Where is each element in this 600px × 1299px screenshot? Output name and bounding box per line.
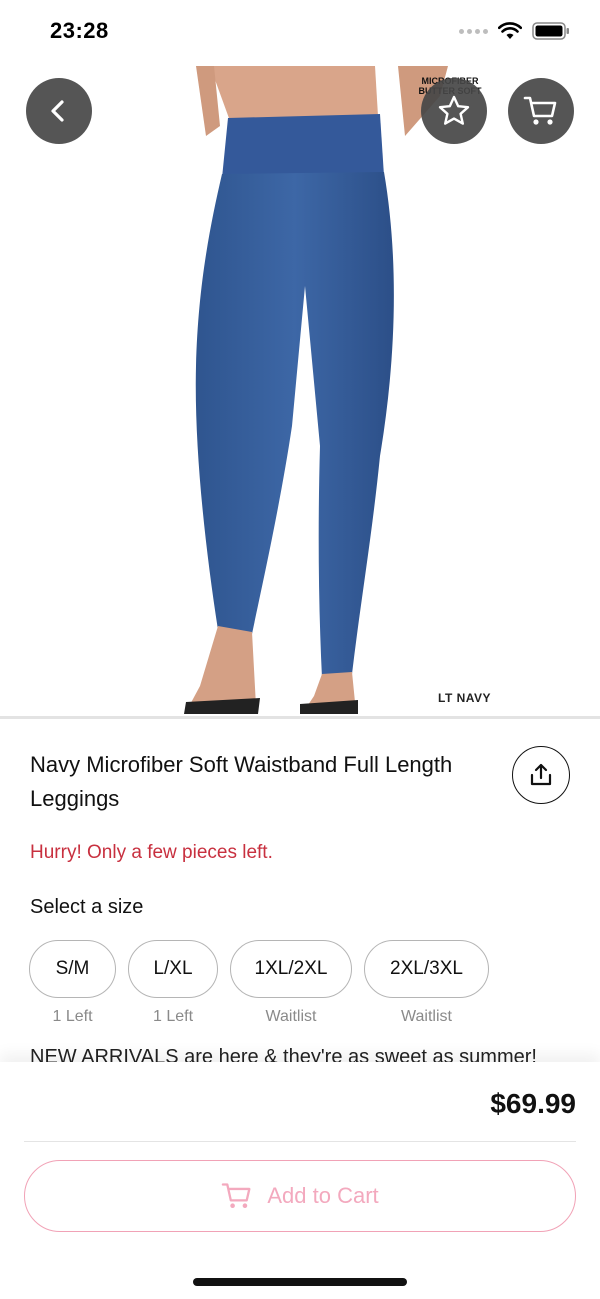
size-option-s-m[interactable]: S/M [29,940,116,998]
product-image-carousel[interactable]: MICROFIBER BUTTER SOFT LT NAVY [0,66,600,716]
size-availability: Waitlist [265,1008,317,1025]
chevron-left-icon [51,100,64,122]
status-time: 23:28 [50,18,109,43]
cellular-signal-icon [459,28,488,34]
size-availability: Waitlist [401,1008,452,1025]
back-button[interactable] [26,78,92,144]
size-option-1xl-2xl[interactable]: 1XL/2XL [230,940,352,998]
size-label: L/XL [153,958,193,979]
color-tag: LT NAVY [438,691,492,705]
image-divider [0,716,600,719]
battery-icon [532,22,569,40]
size-label: S/M [55,958,90,979]
checkout-panel: $69.99 Add to Cart [0,1062,600,1299]
favorite-button[interactable] [421,78,487,144]
share-icon [530,763,552,786]
status-icons [459,22,570,40]
size-option-l-xl[interactable]: L/XL [128,940,218,998]
size-label: 2XL/3XL [390,958,463,979]
add-to-cart-label: Add to Cart [267,1183,379,1208]
stock-urgency-text: Hurry! Only a few pieces left. [30,842,273,863]
product-photo [98,66,500,716]
product-price: $69.99 [490,1088,576,1119]
panel-divider [24,1141,576,1142]
size-label: 1XL/2XL [254,958,328,979]
add-to-cart-button[interactable]: Add to Cart [24,1160,576,1232]
wifi-icon [498,22,522,39]
cart-button[interactable] [508,78,574,144]
size-heading: Select a size [30,896,144,918]
size-availability: 1 Left [152,1008,194,1025]
product-title: Navy Microfiber Soft Waistband Full Leng… [30,752,453,811]
size-option-2xl-3xl[interactable]: 2XL/3XL [364,940,489,998]
status-bar: 23:28 [0,0,600,66]
size-availability: 1 Left [52,1008,93,1025]
cart-icon [523,96,557,125]
product-description: NEW ARRIVALS are here & they're as sweet… [30,1046,537,1062]
share-button[interactable] [512,746,570,804]
home-indicator[interactable] [193,1278,407,1286]
product-detail-screen: 23:28 LT NAVY Navy Microfiber Soft Waist… [0,0,600,1299]
cart-icon [222,1183,251,1208]
star-icon [438,95,470,125]
